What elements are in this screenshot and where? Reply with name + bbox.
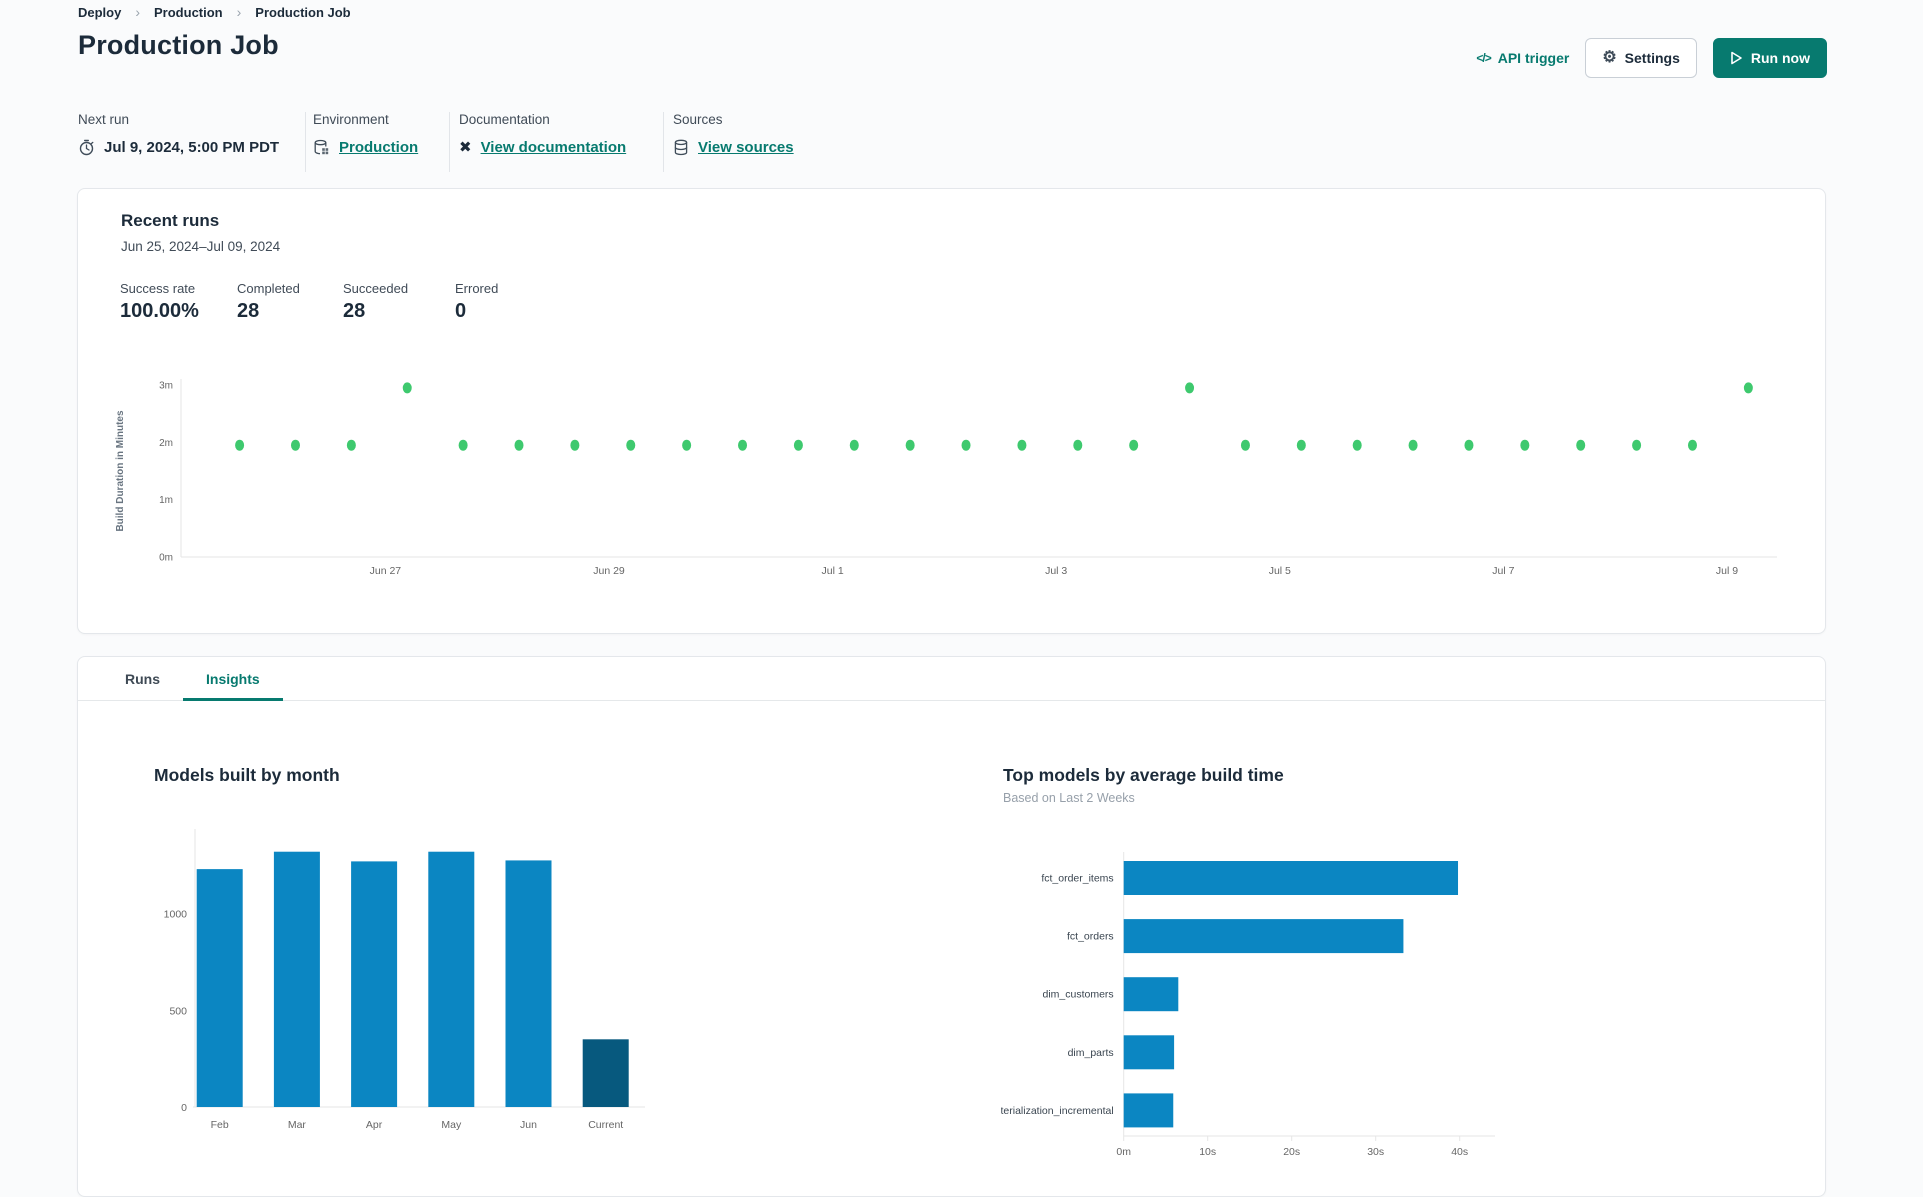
recent-runs-stats: Success rate 100.00% Completed 28 Succee… [120,281,545,323]
api-trigger-label: API trigger [1497,50,1570,66]
api-trigger-link[interactable]: </> API trigger [1476,50,1569,66]
chevron-right-icon: › [236,4,242,20]
svg-text:0m: 0m [159,553,173,564]
svg-text:30s: 30s [1367,1146,1384,1158]
top-models-title: Top models by average build time [1003,765,1284,785]
environment-link[interactable]: Production [339,139,418,156]
stopwatch-icon [79,139,94,156]
svg-text:0m: 0m [1116,1146,1131,1158]
recent-runs-title: Recent runs [121,211,220,230]
dbt-docs-icon: ✖ [459,139,472,156]
stat-success-rate: Success rate 100.00% [120,281,199,322]
environment-info: Environment Production [313,112,418,156]
breadcrumb-item-production-job: Production Job [255,4,351,20]
stat-succeeded: Succeeded 28 [343,281,409,322]
page-title: Production Job [78,30,279,60]
svg-text:20s: 20s [1283,1146,1300,1158]
svg-text:1000: 1000 [164,909,188,921]
build-duration-scatter-chart: 0m 1m 2m 3m Jun 27 Jun 29 Jul 1 Jul 3 Jul 5 Jul 7… [115,379,1777,577]
breadcrumb-item-production[interactable]: Production [154,5,223,20]
next-run-info: Next run Jul 9, 2024, 5:00 PM PDT [78,112,279,156]
divider [305,112,306,172]
svg-text:500: 500 [169,1005,187,1017]
models-by-month-chart: 0 500 1000 Feb Mar Apr May Jun Current [164,829,645,1131]
production-job-page: Deploy › Production › Production Job Pro… [0,0,1923,1197]
gear-icon: ⚙ [1602,49,1617,66]
header-actions: </> API trigger ⚙ Settings Run now [1476,38,1827,78]
settings-button[interactable]: ⚙ Settings [1585,38,1697,78]
stat-completed: Completed 28 [237,281,300,322]
tab-bar: Runs Insights [78,657,1825,701]
sources-info: Sources View sources [673,112,794,156]
svg-text:Jul 5: Jul 5 [1269,565,1291,577]
svg-text:40s: 40s [1451,1146,1468,1158]
svg-text:Jun 27: Jun 27 [370,565,402,577]
sources-label: Sources [673,112,723,127]
svg-text:materialization_incremental: materialization_incremental [1001,1105,1114,1117]
svg-text:2m: 2m [159,438,173,449]
top-models-chart: 0m 10s 20s 30s 40s fct_order_items fct_ordersd… [1001,852,1495,1158]
svg-text:Jul 1: Jul 1 [822,565,844,577]
svg-text:0: 0 [181,1102,187,1114]
run-now-label: Run now [1750,50,1810,66]
svg-text:Jul 9: Jul 9 [1716,565,1738,577]
svg-text:Apr: Apr [366,1119,383,1131]
svg-text:Build Duration in Minutes: Build Duration in Minutes [115,410,126,532]
insights-card: Runs Insights Models built by month 0 500… [77,656,1826,1197]
next-run-value: Jul 9, 2024, 5:00 PM PDT [104,139,280,156]
svg-text:1m: 1m [159,495,173,506]
run-now-button[interactable]: Run now [1712,38,1827,78]
recent-runs-card: Recent runs Jun 25, 2024–Jul 09, 2024 Su… [77,188,1826,634]
svg-text:10s: 10s [1199,1146,1216,1158]
view-sources-link[interactable]: View sources [698,139,794,156]
database-icon [674,139,688,156]
svg-text:May: May [441,1119,462,1131]
breadcrumb-item-deploy[interactable]: Deploy [78,5,121,20]
svg-text:fct_orders: fct_orders [1067,931,1114,943]
svg-text:Jun: Jun [520,1119,537,1131]
divider [663,112,664,172]
stat-errored: Errored 0 [455,281,499,322]
chevron-right-icon: › [135,4,141,20]
svg-text:Jul 3: Jul 3 [1045,565,1067,577]
svg-text:Jun 29: Jun 29 [593,565,625,577]
models-by-month-title: Models built by month [154,765,340,785]
recent-runs-date-range: Jun 25, 2024–Jul 09, 2024 [121,239,281,254]
svg-text:fct_order_items: fct_order_items [1041,873,1113,885]
documentation-label: Documentation [459,112,550,127]
next-run-label: Next run [78,112,130,127]
play-icon [1731,51,1742,65]
breadcrumb: Deploy › Production › Production Job [78,4,351,20]
environment-label: Environment [313,112,389,127]
svg-text:dim_customers: dim_customers [1042,989,1113,1001]
svg-text:Current: Current [588,1119,623,1131]
code-icon: </> [1476,51,1491,65]
view-documentation-link[interactable]: View documentation [481,139,627,156]
tab-insights[interactable]: Insights [183,657,283,701]
svg-text:Mar: Mar [288,1119,307,1131]
environment-icon [314,139,329,155]
svg-text:3m: 3m [159,381,173,392]
settings-label: Settings [1624,50,1680,66]
job-info-row: Next run Jul 9, 2024, 5:00 PM PDT Enviro… [0,112,1923,174]
divider [449,112,450,172]
tab-runs[interactable]: Runs [102,657,183,700]
svg-text:Jul 7: Jul 7 [1492,565,1514,577]
documentation-info: Documentation ✖ View documentation [459,112,626,156]
svg-text:Feb: Feb [211,1119,229,1131]
top-models-subtitle: Based on Last 2 Weeks [1003,791,1135,805]
svg-text:dim_parts: dim_parts [1068,1047,1114,1059]
